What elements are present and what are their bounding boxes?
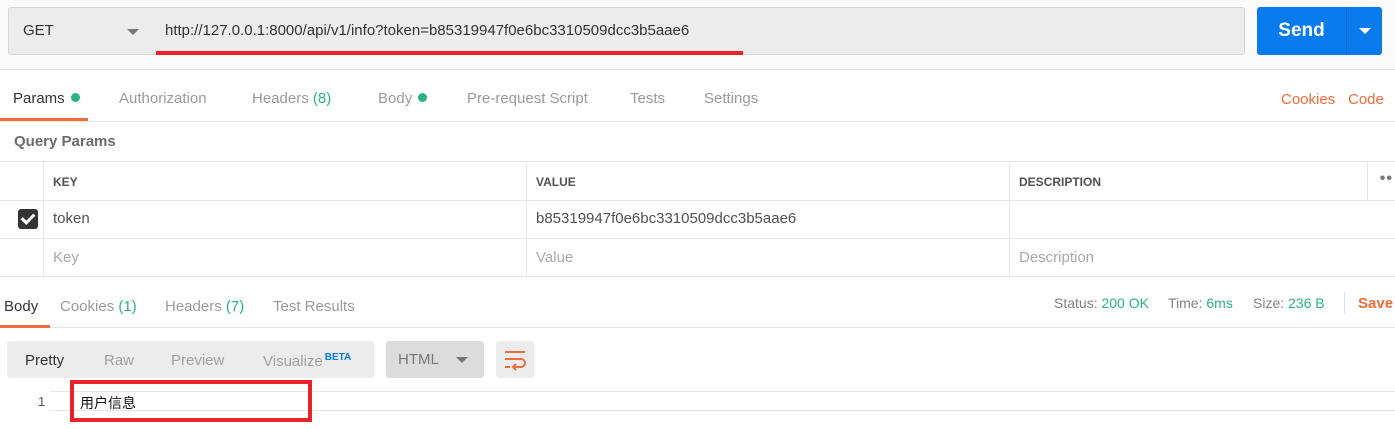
view-pretty[interactable]: Pretty	[25, 352, 64, 369]
active-response-tab-indicator	[0, 325, 50, 328]
tab-response-cookies-label: Cookies	[60, 298, 115, 315]
tab-test-results[interactable]: Test Results	[273, 298, 355, 315]
active-tab-indicator	[0, 118, 88, 121]
chevron-down-icon	[456, 357, 468, 363]
new-key-input[interactable]: Key	[43, 239, 526, 276]
new-value-input[interactable]: Value	[526, 239, 1009, 276]
chevron-down-icon	[1359, 28, 1371, 34]
status-value[interactable]: 200 OK	[1101, 295, 1148, 311]
header-key: KEY	[43, 162, 526, 200]
send-button[interactable]: Send	[1257, 7, 1346, 55]
tab-settings[interactable]: Settings	[704, 90, 758, 107]
tab-headers-count: (8)	[312, 90, 332, 107]
view-raw[interactable]: Raw	[104, 352, 134, 369]
response-tabs: Body Cookies (1) Headers (7) Test Result…	[0, 288, 1395, 328]
tab-response-cookies-count: (1)	[118, 298, 137, 315]
tab-body[interactable]: Body	[378, 90, 428, 107]
beta-badge: BETA	[324, 352, 352, 363]
time-info: Time: 6ms	[1168, 295, 1233, 311]
time-label: Time:	[1168, 295, 1203, 311]
size-info: Size: 236 B	[1253, 295, 1325, 311]
status-info: Status: 200 OK	[1054, 295, 1149, 311]
tab-response-cookies[interactable]: Cookies (1)	[60, 298, 137, 315]
url-text: http://127.0.0.1:8000/api/v1/info?token=…	[165, 22, 690, 39]
tab-headers[interactable]: Headers (8)	[252, 90, 331, 107]
size-label: Size:	[1253, 295, 1285, 311]
view-visualize[interactable]: Visualize BETA	[263, 352, 351, 370]
tab-body-label: Body	[378, 90, 413, 107]
query-params-title: Query Params	[14, 133, 116, 150]
wrap-lines-icon	[505, 351, 526, 371]
request-bar: GET http://127.0.0.1:8000/api/v1/info?to…	[0, 0, 1395, 70]
time-value[interactable]: 6ms	[1206, 295, 1232, 311]
tab-response-body[interactable]: Body	[4, 298, 38, 315]
tab-response-headers-label: Headers	[165, 298, 222, 315]
param-description-cell[interactable]	[1009, 201, 1395, 238]
request-tabs: Params Authorization Headers (8) Body Pr…	[0, 78, 1395, 122]
wrap-lines-button[interactable]	[496, 341, 534, 378]
header-actions: ••	[1367, 162, 1395, 200]
send-options-button[interactable]	[1346, 7, 1382, 55]
view-visualize-label: Visualize	[263, 353, 323, 370]
header-value: VALUE	[526, 162, 1009, 200]
row-enabled-checkbox[interactable]	[18, 209, 38, 229]
table-row: token b85319947f0e6bc3310509dcc3b5aae6	[0, 200, 1395, 238]
status-label: Status:	[1054, 295, 1098, 311]
status-dot-icon	[70, 93, 80, 102]
format-label: HTML	[398, 351, 439, 368]
tab-response-headers[interactable]: Headers (7)	[165, 298, 244, 315]
table-header-row: KEY VALUE DESCRIPTION ••	[0, 161, 1395, 200]
header-description: DESCRIPTION	[1009, 162, 1367, 200]
format-select[interactable]: HTML	[386, 341, 484, 378]
status-dot-icon	[418, 93, 428, 102]
table-row-new: Key Value Description	[0, 238, 1395, 277]
method-label: GET	[23, 22, 54, 39]
tab-headers-label: Headers	[252, 90, 309, 107]
tab-pre-request-script[interactable]: Pre-request Script	[467, 90, 588, 107]
response-view-selector: Pretty Raw Preview Visualize BETA	[7, 341, 374, 378]
chevron-down-icon	[127, 29, 139, 35]
annotation-highlight-box	[70, 380, 312, 422]
method-select[interactable]: GET	[8, 7, 154, 55]
size-value[interactable]: 236 B	[1288, 295, 1325, 311]
tab-tests[interactable]: Tests	[630, 90, 665, 107]
save-response-button[interactable]: Save	[1358, 295, 1393, 312]
param-value-cell[interactable]: b85319947f0e6bc3310509dcc3b5aae6	[526, 201, 1009, 238]
code-link[interactable]: Code	[1348, 91, 1384, 108]
more-options-icon[interactable]: ••	[1380, 170, 1393, 188]
view-preview[interactable]: Preview	[171, 352, 224, 369]
divider	[1344, 292, 1345, 314]
url-input[interactable]: http://127.0.0.1:8000/api/v1/info?token=…	[153, 7, 1245, 55]
tab-params[interactable]: Params	[13, 90, 80, 107]
new-description-input[interactable]: Description	[1009, 239, 1395, 276]
line-number: 1	[38, 394, 46, 409]
tab-response-headers-count: (7)	[225, 298, 245, 315]
param-key-cell[interactable]: token	[43, 201, 526, 238]
cookies-link[interactable]: Cookies	[1281, 91, 1335, 108]
tab-params-label: Params	[13, 90, 65, 107]
tab-authorization[interactable]: Authorization	[119, 90, 207, 107]
url-annotation-underline	[156, 51, 743, 55]
